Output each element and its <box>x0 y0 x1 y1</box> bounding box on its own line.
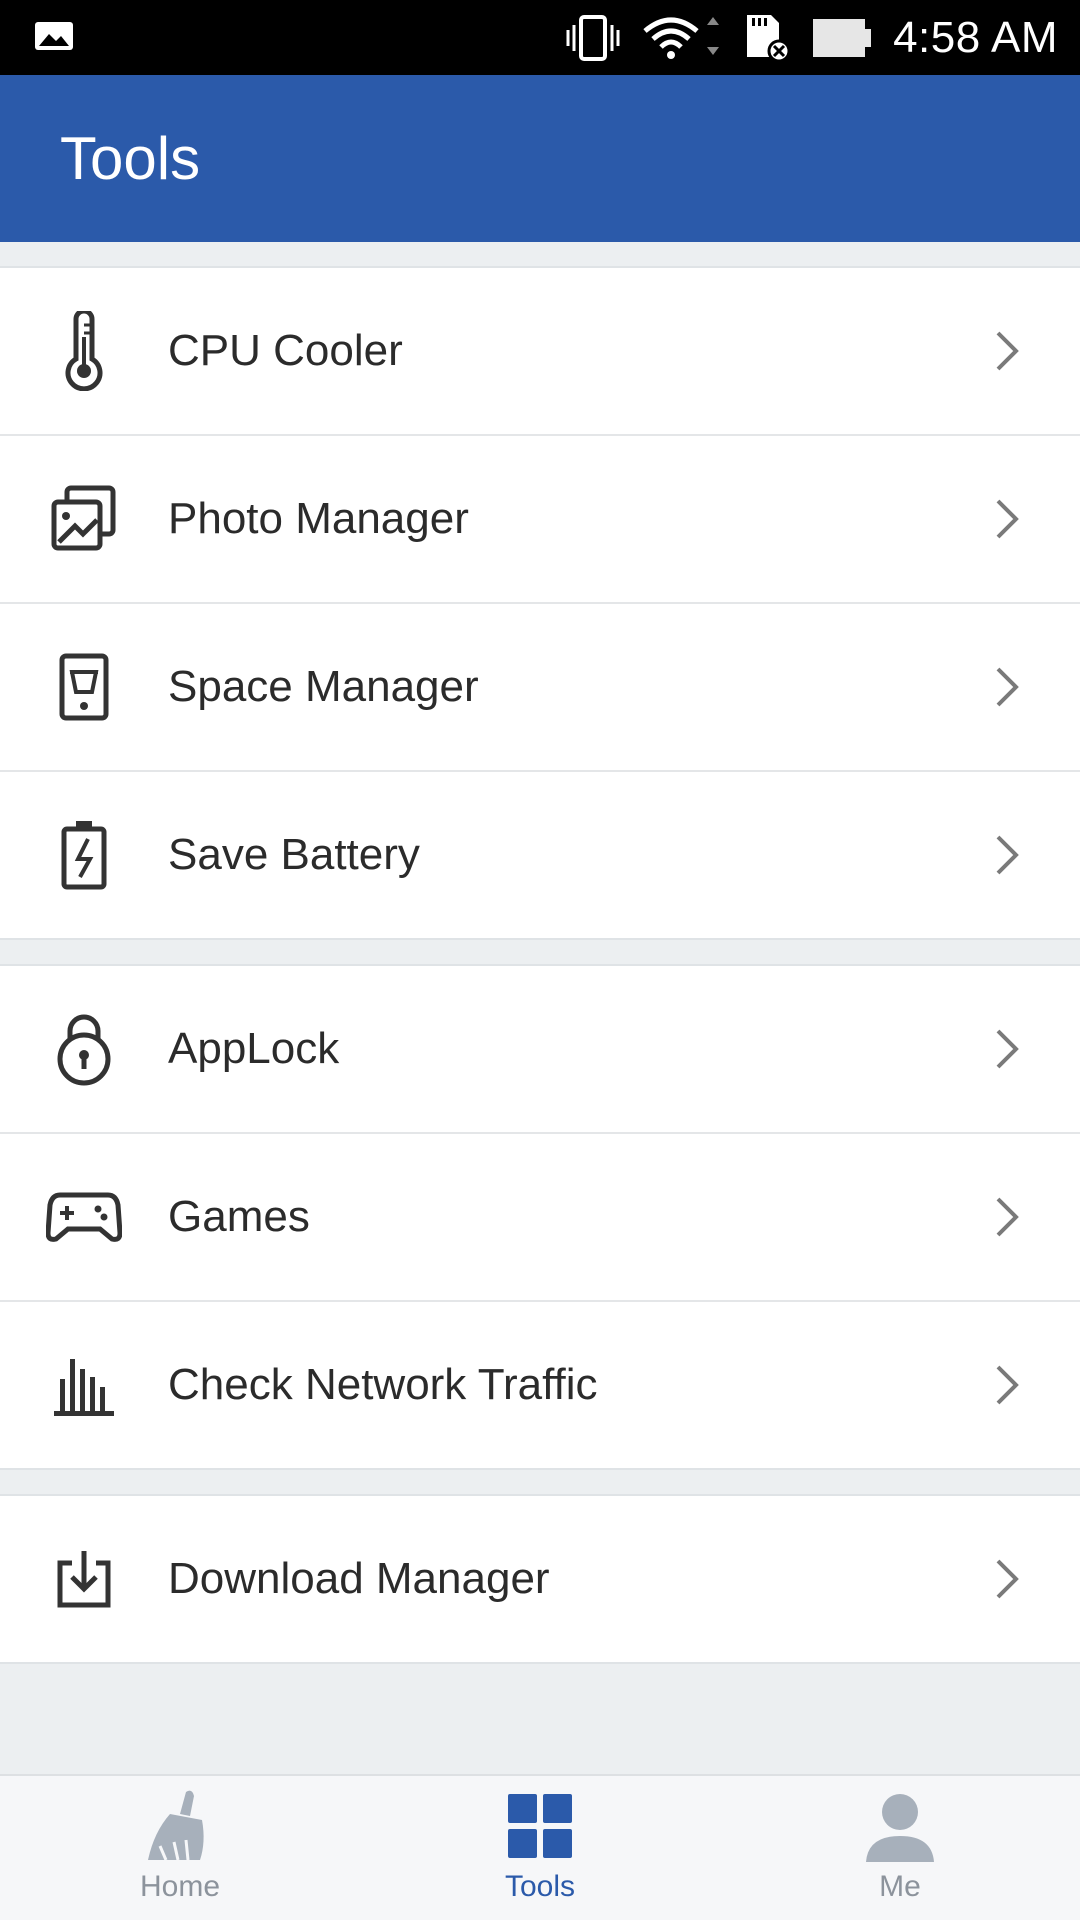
list-item-cpu-cooler[interactable]: CPU Cooler <box>0 268 1080 436</box>
item-label: Download Manager <box>168 1554 550 1603</box>
status-time: 4:58 AM <box>893 12 1058 62</box>
chevron-right-icon <box>996 1197 1019 1237</box>
list-item-check-network-traffic[interactable]: Check Network Traffic <box>0 1302 1080 1468</box>
gamepad-icon <box>44 1177 124 1257</box>
item-label: Space Manager <box>168 662 479 711</box>
grid-icon <box>508 1794 572 1858</box>
list-item-games[interactable]: Games <box>0 1134 1080 1302</box>
status-bar: 4:58 AM <box>0 0 1080 75</box>
tools-group-3: Download Manager <box>0 1494 1080 1664</box>
battery-icon <box>813 18 872 57</box>
vibrate-icon <box>566 14 620 61</box>
download-icon <box>44 1539 124 1619</box>
nav-label: Tools <box>504 1870 576 1903</box>
list-item-download-manager[interactable]: Download Manager <box>0 1496 1080 1662</box>
phone-storage-icon <box>44 647 124 727</box>
nav-tools[interactable]: Tools <box>360 1776 720 1920</box>
item-label: CPU Cooler <box>168 326 403 375</box>
photos-icon <box>44 479 124 559</box>
item-label: Check Network Traffic <box>168 1360 598 1409</box>
tools-list: CPU Cooler Photo Manager Space Manager S… <box>0 242 1080 1664</box>
thermometer-icon <box>44 311 124 391</box>
item-label: Save Battery <box>168 830 420 879</box>
bottom-navigation: Home Tools Me <box>0 1774 1080 1920</box>
chevron-right-icon <box>996 1559 1019 1599</box>
padlock-icon <box>44 1009 124 1089</box>
nav-me[interactable]: Me <box>720 1776 1080 1920</box>
bar-chart-icon <box>44 1345 124 1425</box>
nav-home[interactable]: Home <box>0 1776 360 1920</box>
page-title: Tools <box>60 125 201 192</box>
broom-icon <box>148 1790 204 1861</box>
tools-group-2: AppLock Games Check Network Traffic <box>0 964 1080 1470</box>
list-item-applock[interactable]: AppLock <box>0 966 1080 1134</box>
nav-label: Me <box>879 1870 921 1903</box>
wifi-icon <box>643 16 720 59</box>
app-bar: Tools <box>0 75 1080 242</box>
chevron-right-icon <box>996 1029 1019 1069</box>
nav-label: Home <box>139 1870 221 1903</box>
chevron-right-icon <box>996 499 1019 539</box>
item-label: Photo Manager <box>168 494 469 543</box>
chevron-right-icon <box>996 667 1019 707</box>
item-label: AppLock <box>168 1024 340 1073</box>
tools-group-1: CPU Cooler Photo Manager Space Manager S… <box>0 266 1080 940</box>
image-notification-icon <box>35 22 73 50</box>
chevron-right-icon <box>996 835 1019 875</box>
chevron-right-icon <box>996 1365 1019 1405</box>
list-item-space-manager[interactable]: Space Manager <box>0 604 1080 772</box>
sd-card-error-icon <box>747 14 791 62</box>
list-item-save-battery[interactable]: Save Battery <box>0 772 1080 938</box>
user-icon <box>866 1794 934 1862</box>
item-label: Games <box>168 1192 310 1241</box>
list-item-photo-manager[interactable]: Photo Manager <box>0 436 1080 604</box>
battery-bolt-icon <box>44 815 124 895</box>
chevron-right-icon <box>996 331 1019 371</box>
